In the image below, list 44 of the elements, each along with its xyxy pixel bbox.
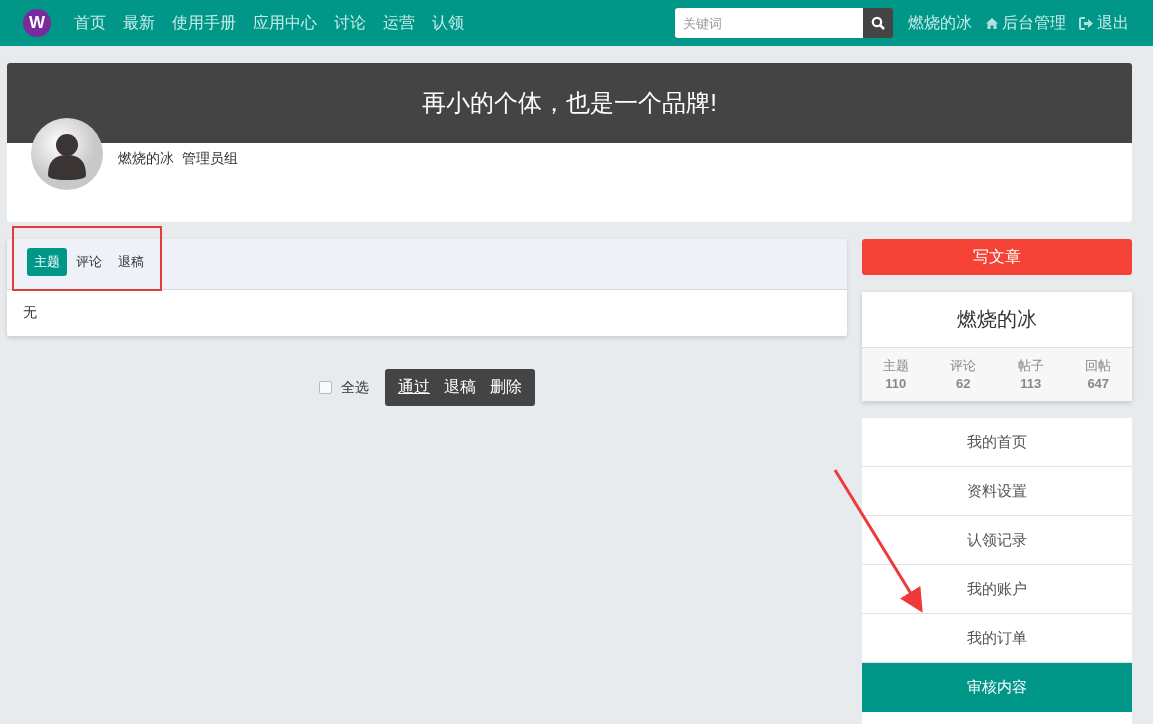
nav-link[interactable]: 使用手册: [172, 12, 236, 34]
tab[interactable]: 评论: [69, 248, 109, 276]
delete-button[interactable]: 删除: [483, 369, 529, 406]
search-icon: [871, 16, 885, 30]
menu-item[interactable]: 认领记录: [862, 516, 1132, 565]
stat-label: 帖子: [1017, 357, 1044, 375]
checkbox[interactable]: [319, 381, 332, 394]
stat-label: 评论: [950, 357, 977, 375]
sign-out-icon: [1079, 16, 1094, 30]
empty-text: 无: [23, 304, 37, 322]
menu-item[interactable]: 我的首页: [862, 418, 1132, 467]
profile-name: 燃烧的冰: [957, 307, 1037, 332]
stat-value: 647: [1087, 376, 1110, 391]
tab[interactable]: 退稿: [111, 248, 151, 276]
nav-link[interactable]: 首页: [74, 12, 106, 34]
home-icon: [985, 16, 999, 30]
tab[interactable]: 主题: [27, 248, 67, 276]
user-group: 管理员组: [182, 150, 238, 168]
menu-item[interactable]: 我的账户: [862, 565, 1132, 614]
logout-link[interactable]: 退出: [1079, 12, 1129, 34]
approve-button[interactable]: 通过: [391, 369, 437, 406]
write-article-button[interactable]: 写文章: [862, 239, 1132, 275]
search-button[interactable]: [863, 8, 893, 38]
stat-value: 110: [885, 376, 907, 391]
menu-item[interactable]: 审核内容: [862, 663, 1132, 712]
nav-link[interactable]: 讨论: [334, 12, 366, 34]
stat-value: 113: [1020, 376, 1042, 391]
reject-button[interactable]: 退稿: [437, 369, 483, 406]
username-link[interactable]: 燃烧的冰: [908, 12, 972, 34]
logo[interactable]: W: [23, 9, 51, 37]
nav-link[interactable]: 认领: [432, 12, 464, 34]
nav-link[interactable]: 运营: [383, 12, 415, 34]
search-field[interactable]: 关键词: [675, 8, 863, 38]
slogan: 再小的个体，也是一个品牌!: [422, 88, 717, 118]
stat-value: 62: [956, 376, 971, 391]
stat-label: 主题: [882, 357, 909, 375]
username: 燃烧的冰: [118, 150, 174, 168]
menu-item[interactable]: 资料设置: [862, 467, 1132, 516]
select-all-label: 全选: [341, 378, 369, 397]
admin-link[interactable]: 后台管理: [985, 12, 1066, 34]
avatar: [31, 118, 103, 190]
nav-link[interactable]: 应用中心: [253, 12, 317, 34]
nav-link[interactable]: 最新: [123, 12, 155, 34]
stat-label: 回帖: [1085, 357, 1112, 375]
